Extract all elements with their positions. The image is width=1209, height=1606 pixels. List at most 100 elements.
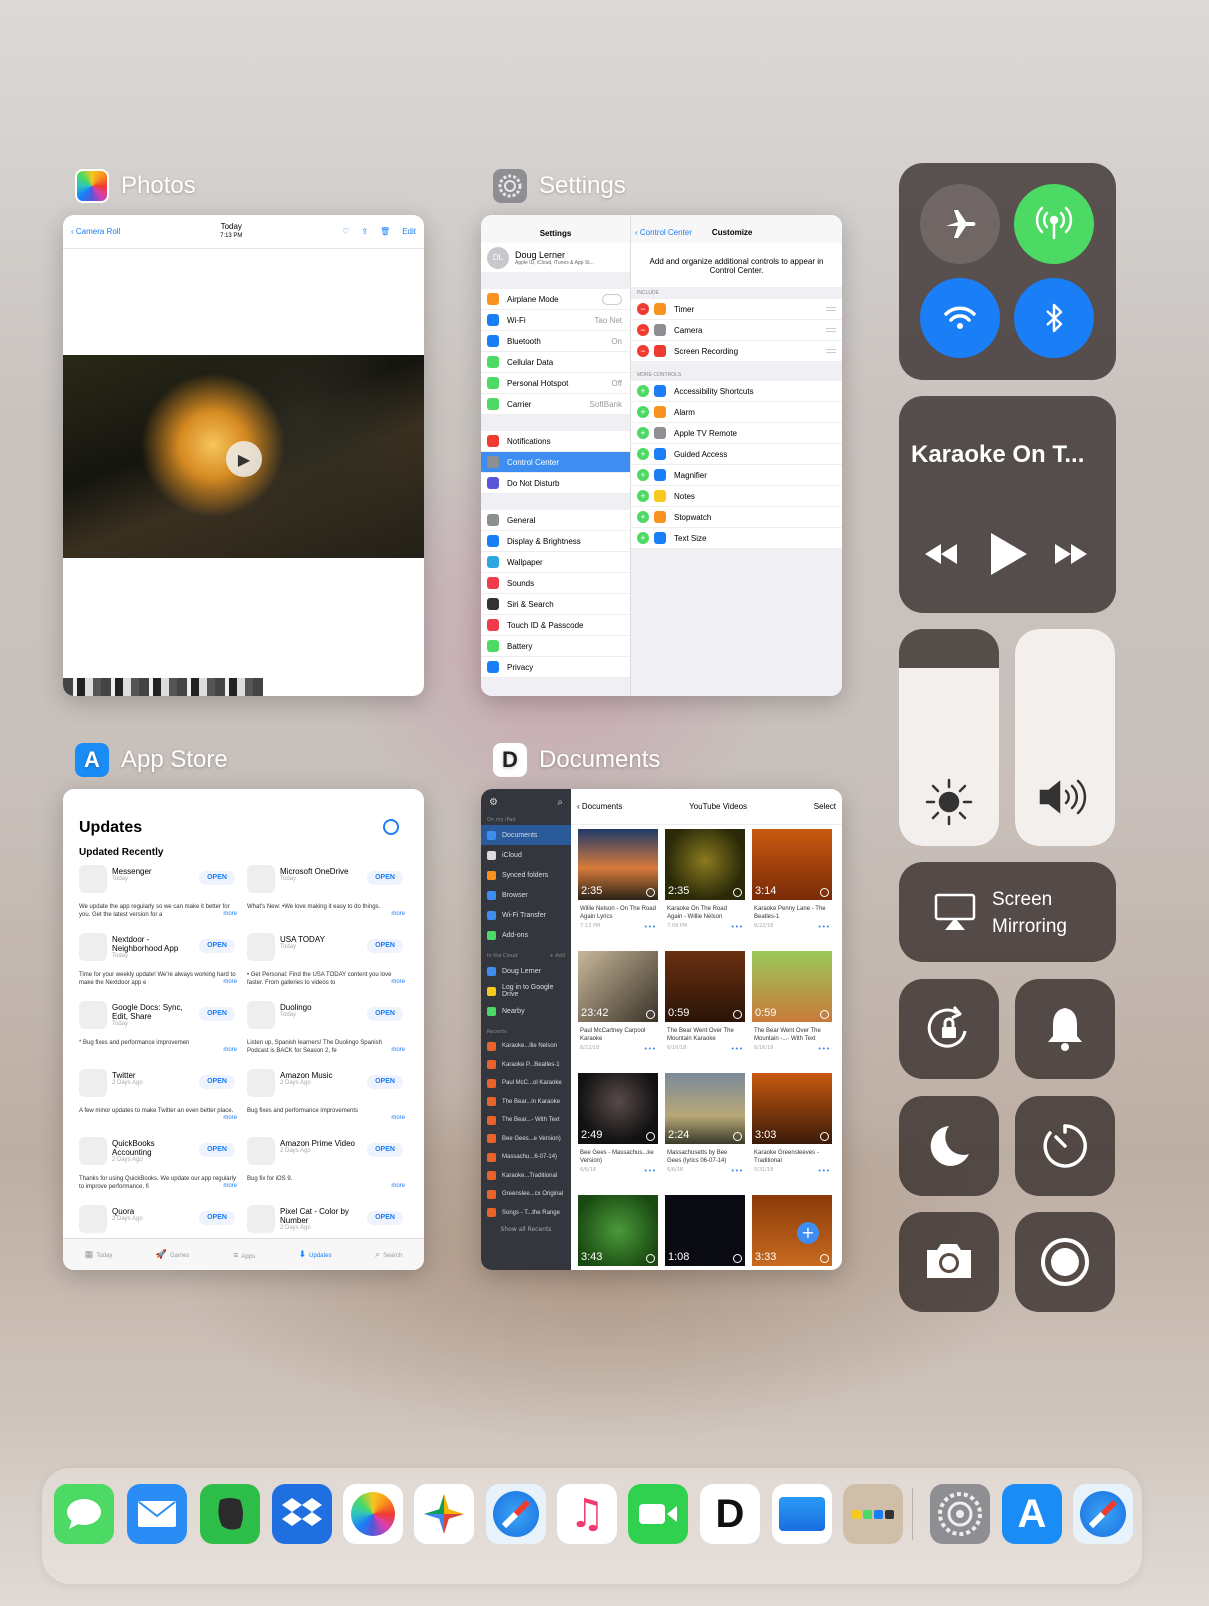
tab-games[interactable]: 🚀 Games	[156, 1249, 190, 1260]
open-button[interactable]: OPEN	[199, 1211, 235, 1225]
safari-recent-icon[interactable]	[1073, 1484, 1133, 1544]
control-center-back-button[interactable]: ‹ Control Center	[635, 228, 692, 237]
more-options-icon[interactable]: •••	[818, 923, 830, 931]
more-link[interactable]: more	[223, 1115, 237, 1121]
video-item[interactable]: 2:35 Willie Nelson - On The Road Again Ly…	[578, 829, 658, 947]
app-header-documents[interactable]: D Documents	[493, 743, 660, 777]
open-button[interactable]: OPEN	[367, 1211, 403, 1225]
app-store-icon[interactable]: A	[1002, 1484, 1062, 1544]
account-icon[interactable]	[383, 819, 399, 835]
update-item[interactable]: Amazon Music 2 Days Ago OPEN Bug fixes and …	[247, 1069, 407, 1137]
more-link[interactable]: more	[391, 979, 405, 985]
add-control-icon[interactable]: +	[637, 406, 649, 418]
more-link[interactable]: more	[223, 911, 237, 917]
recent-file[interactable]: Karaoke...Traditional	[481, 1167, 571, 1186]
evernote-icon[interactable]	[200, 1484, 260, 1544]
add-control-icon[interactable]: +	[637, 448, 649, 460]
recent-file[interactable]: Massachu...6-07-14)	[481, 1148, 571, 1167]
settings-row[interactable]: Siri & Search	[481, 594, 630, 615]
more-options-icon[interactable]: •••	[818, 1167, 830, 1175]
video-item[interactable]: 3:43	[578, 1195, 658, 1270]
sidebar-item[interactable]: iCloud	[481, 845, 571, 865]
settings-row[interactable]: Cellular Data	[481, 352, 630, 373]
trash-icon[interactable]: 🗑	[380, 227, 390, 236]
settings-row[interactable]: Carrier SoftBank	[481, 394, 630, 415]
photos-icon[interactable]	[343, 1484, 403, 1544]
gear-icon[interactable]: ⚙	[489, 797, 498, 808]
update-item[interactable]: Microsoft OneDrive Today OPEN What's New: •…	[247, 865, 407, 933]
settings-row[interactable]: Personal Hotspot Off	[481, 373, 630, 394]
more-control-row[interactable]: + Notes	[631, 486, 842, 507]
video-item[interactable]: 1:08	[665, 1195, 745, 1270]
documents-icon[interactable]: D	[700, 1484, 760, 1544]
more-options-icon[interactable]: •••	[644, 923, 656, 931]
rewind-icon[interactable]	[921, 534, 961, 574]
app-header-settings[interactable]: Settings	[493, 169, 626, 203]
more-link[interactable]: more	[223, 979, 237, 985]
more-control-row[interactable]: + Alarm	[631, 402, 842, 423]
sidebar-item[interactable]: Log in to Google Drive	[481, 981, 571, 1001]
update-item[interactable]: Messenger Today OPEN We update the app regu…	[79, 865, 239, 933]
update-item[interactable]: Twitter 2 Days Ago OPEN A few minor updates…	[79, 1069, 239, 1137]
more-options-icon[interactable]: •••	[644, 1167, 656, 1175]
orientation-lock-toggle[interactable]	[899, 979, 999, 1079]
messages-icon[interactable]	[54, 1484, 114, 1544]
tab-search[interactable]: ⌕ Search	[375, 1249, 402, 1260]
search-icon[interactable]: ⌕	[557, 797, 563, 808]
reorder-handle-icon[interactable]	[826, 349, 836, 353]
app-header-appstore[interactable]: A App Store	[75, 743, 228, 777]
settings-row[interactable]: Wi-Fi Tao Net	[481, 310, 630, 331]
sidebar-item[interactable]: Nearby	[481, 1001, 571, 1021]
sidebar-item[interactable]: Wi-Fi Transfer	[481, 905, 571, 925]
more-options-icon[interactable]: •••	[731, 1045, 743, 1053]
more-link[interactable]: more	[391, 911, 405, 917]
tab-apps[interactable]: ≡ Apps	[233, 1250, 255, 1260]
included-control-row[interactable]: − Screen Recording	[631, 341, 842, 362]
update-item[interactable]: Duolingo Today OPEN Listen up, Spanish lear…	[247, 1001, 407, 1069]
video-item[interactable]: 3:14 Karaoke Penny Lane - The Beatles-1 8/…	[752, 829, 832, 947]
more-options-icon[interactable]: •••	[644, 1045, 656, 1053]
open-button[interactable]: OPEN	[367, 1007, 403, 1021]
open-button[interactable]: OPEN	[199, 1143, 235, 1157]
settings-row[interactable]: Wallpaper	[481, 552, 630, 573]
open-button[interactable]: OPEN	[199, 1075, 235, 1089]
update-item[interactable]: Google Docs: Sync, Edit, Share Today OPEN *…	[79, 1001, 239, 1069]
folder-icon[interactable]	[843, 1484, 903, 1544]
mail-icon[interactable]	[127, 1484, 187, 1544]
more-link[interactable]: more	[391, 1183, 405, 1189]
open-button[interactable]: OPEN	[199, 1007, 235, 1021]
settings-row[interactable]: Display & Brightness	[481, 531, 630, 552]
settings-row[interactable]: Touch ID & Passcode	[481, 615, 630, 636]
more-link[interactable]: more	[391, 1047, 405, 1053]
documents-card[interactable]: ⚙ ⌕ On my iPad Documents iCloud Synced fold…	[481, 789, 842, 1270]
recent-file[interactable]: The Bear...in Karaoke	[481, 1093, 571, 1112]
more-options-icon[interactable]: •••	[818, 1045, 830, 1053]
add-control-icon[interactable]: +	[637, 427, 649, 439]
remove-control-icon[interactable]: −	[637, 324, 649, 336]
recent-file[interactable]: The Bear...- With Text	[481, 1111, 571, 1130]
recent-file[interactable]: Karaoke...llie Nelson	[481, 1037, 571, 1056]
add-fab-icon[interactable]: +	[797, 1222, 819, 1244]
screen-recording-button[interactable]	[1015, 1212, 1115, 1312]
more-control-row[interactable]: + Apple TV Remote	[631, 423, 842, 444]
facetime-icon[interactable]	[628, 1484, 688, 1544]
open-button[interactable]: OPEN	[199, 871, 235, 885]
settings-row[interactable]: Notifications	[481, 431, 630, 452]
screen-mirroring-button[interactable]: Screen Mirroring	[899, 862, 1116, 962]
settings-row[interactable]: Control Center	[481, 452, 630, 473]
camera-roll-back-button[interactable]: ‹ Camera Roll	[71, 227, 120, 236]
now-playing-module[interactable]: Karaoke On T...	[899, 396, 1116, 613]
settings-row[interactable]: Battery	[481, 636, 630, 657]
edit-button[interactable]: Edit	[402, 227, 416, 236]
open-button[interactable]: OPEN	[367, 1075, 403, 1089]
timer-button[interactable]	[1015, 1096, 1115, 1196]
add-control-icon[interactable]: +	[637, 490, 649, 502]
open-button[interactable]: OPEN	[367, 1143, 403, 1157]
more-options-icon[interactable]: •••	[731, 1167, 743, 1175]
settings-row[interactable]: Privacy	[481, 657, 630, 678]
documents-back-button[interactable]: ‹ Documents	[577, 802, 622, 811]
do-not-disturb-toggle[interactable]	[899, 1096, 999, 1196]
video-item[interactable]: 2:35 Karaoke On The Road Again - Willie N…	[665, 829, 745, 947]
airplane-mode-toggle[interactable]	[920, 184, 1000, 264]
more-control-row[interactable]: + Accessibility Shortcuts	[631, 381, 842, 402]
